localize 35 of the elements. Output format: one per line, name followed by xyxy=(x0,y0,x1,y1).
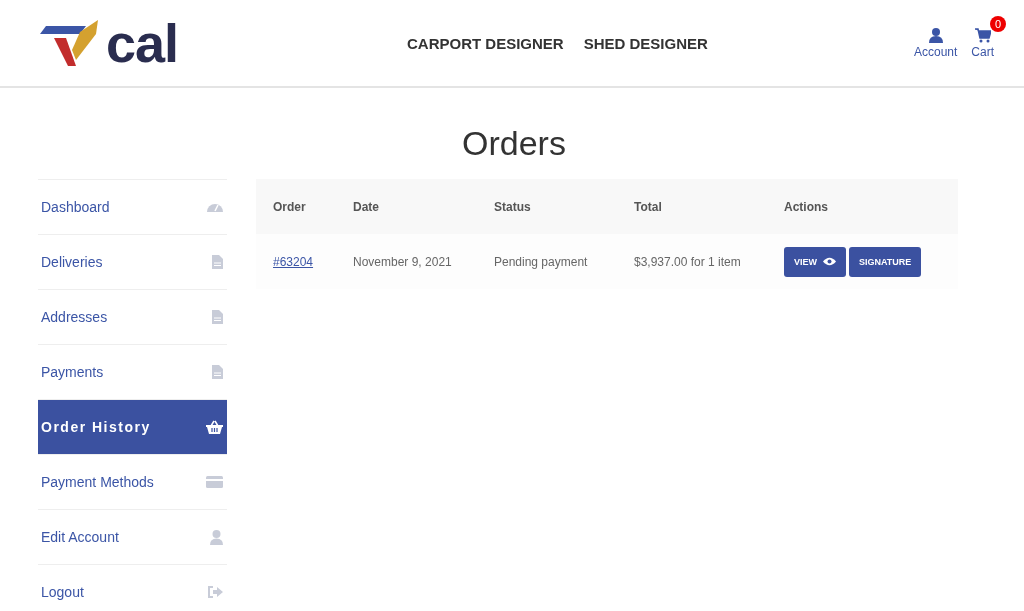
table-cell-text: November 9, 2021 xyxy=(353,254,453,269)
gauge-icon xyxy=(207,201,223,213)
basket-icon xyxy=(206,420,223,434)
document-icon xyxy=(212,310,223,324)
sidebar-item[interactable]: Edit Account xyxy=(38,509,227,564)
page-title: Orders xyxy=(461,124,567,163)
eye-icon xyxy=(823,257,836,266)
sidebar-item[interactable]: Logout xyxy=(38,564,227,611)
sign-out-icon xyxy=(208,586,223,598)
document-icon xyxy=(212,365,223,379)
nav-link[interactable]: SHED DESIGNER xyxy=(583,34,708,52)
cart-count-badge: 0 xyxy=(990,15,1006,32)
user-icon xyxy=(210,529,223,545)
account-link[interactable]: Account xyxy=(913,27,958,59)
nav-link[interactable]: CARPORT DESIGNER xyxy=(407,34,564,52)
column-header: Date xyxy=(353,199,380,214)
column-header: Order xyxy=(273,199,307,214)
sidebar-item[interactable]: Payment Methods xyxy=(38,454,227,509)
view-button[interactable]: VIEW xyxy=(784,246,846,277)
user-icon xyxy=(928,27,943,43)
logo-text[interactable]: cal xyxy=(106,18,179,68)
order-number-link[interactable]: #63204 xyxy=(273,254,353,269)
column-header: Actions xyxy=(784,199,828,214)
column-header: Status xyxy=(494,199,532,214)
document-icon xyxy=(212,255,223,269)
sidebar-item[interactable]: Deliveries xyxy=(38,234,227,289)
sidebar-item[interactable]: Addresses xyxy=(38,289,227,344)
column-header: Total xyxy=(634,199,663,214)
signature-button[interactable]: SIGNATURE xyxy=(849,246,922,277)
cart-icon xyxy=(974,27,991,43)
table-cell-text: $3,937.00 for 1 item xyxy=(634,254,742,269)
table-cell-text: Pending payment xyxy=(494,254,589,269)
sidebar-item[interactable]: Order History xyxy=(38,399,227,454)
sidebar-item[interactable]: Dashboard xyxy=(38,179,227,234)
credit-card-icon xyxy=(206,476,223,488)
